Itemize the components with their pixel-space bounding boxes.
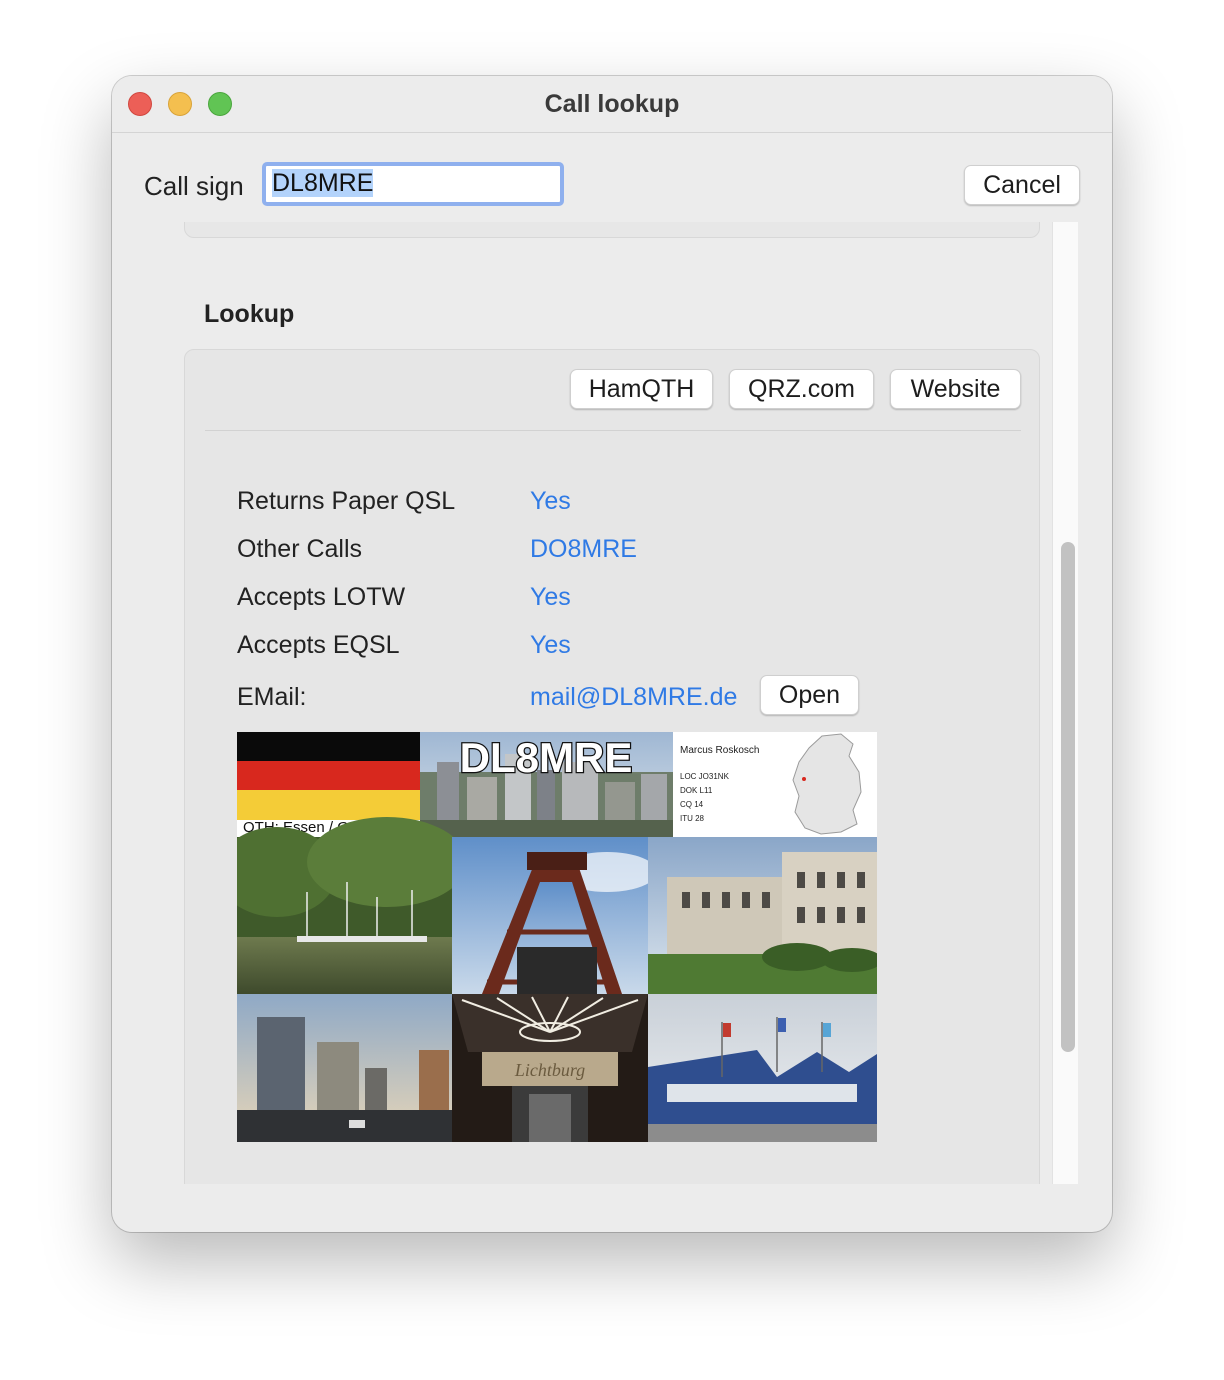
qsl-itu-zone: ITU 28 [680,814,705,823]
qsl-dok: DOK L11 [680,786,713,795]
title-bar: Call lookup [112,76,1112,133]
skyline-photo [237,994,452,1142]
vertical-scrollbar[interactable] [1052,222,1078,1184]
exhibition-hall-photo [648,994,877,1142]
qrz-button[interactable]: QRZ.com [729,369,874,409]
qsl-callsign-text: DL8MRE [460,734,633,781]
returns-paper-qsl-value: Yes [530,487,571,515]
villa-photo [648,837,877,994]
qsl-locator: LOC JO31NK [680,772,730,781]
callsign-input[interactable]: DL8MRE [262,162,564,206]
lookup-scroll-area[interactable]: Lookup HamQTH QRZ.com Website Returns Pa… [112,222,1078,1184]
email-label: EMail: [237,683,307,711]
open-email-button[interactable]: Open [760,675,859,715]
hamqth-button[interactable]: HamQTH [570,369,713,409]
website-button[interactable]: Website [890,369,1021,409]
window-title: Call lookup [544,90,680,118]
lookup-box: HamQTH QRZ.com Website Returns Paper QSL… [184,349,1040,1184]
returns-paper-qsl-label: Returns Paper QSL [237,487,456,515]
previous-section-box [184,222,1040,238]
lookup-divider [205,430,1021,431]
other-calls-label: Other Calls [237,535,363,563]
cinema-sign-text: Lichtburg [514,1060,585,1080]
qsl-card-image: QTH: Essen / Germany DL8MRE Marcus Rosko… [237,732,877,1142]
accepts-eqsl-label: Accepts EQSL [237,631,400,659]
email-link[interactable]: mail@DL8MRE.de [530,683,737,712]
accepts-lotw-value: Yes [530,583,571,611]
accepts-eqsl-value: Yes [530,631,571,659]
scrollbar-thumb[interactable] [1061,542,1075,1052]
colliery-tower-photo [452,837,657,994]
qsl-operator-name: Marcus Roskosch [680,745,759,756]
other-calls-value[interactable]: DO8MRE [530,535,637,564]
call-lookup-window: Call lookup Call sign DL8MRE Cancel Look… [112,76,1112,1232]
callsign-label: Call sign [144,171,244,201]
cancel-button[interactable]: Cancel [964,165,1080,205]
qsl-cq-zone: CQ 14 [680,800,704,809]
accepts-lotw-label: Accepts LOTW [237,583,406,611]
lookup-section-title: Lookup [204,300,295,328]
lake-boats-photo [237,817,467,994]
callsign-input-value: DL8MRE [272,169,374,197]
